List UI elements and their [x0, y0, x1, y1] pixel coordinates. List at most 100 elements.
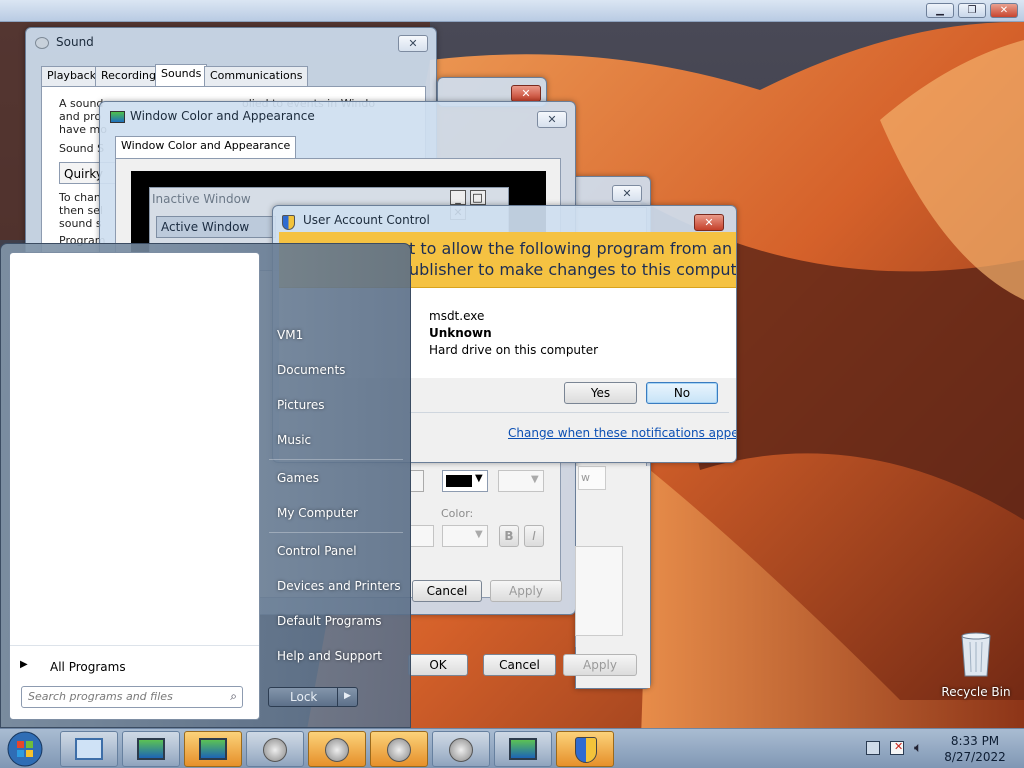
chevron-down-icon: ▼	[475, 473, 483, 484]
font-color-picker[interactable]: ▼	[442, 525, 488, 547]
taskbar-sound-4[interactable]	[432, 731, 490, 767]
tab-window-color[interactable]: Window Color and Appearance	[115, 136, 297, 158]
recycle-bin-icon	[961, 632, 991, 677]
start-menu: ▶ All Programs VM1 Documents Pictures Mu…	[0, 243, 411, 728]
volume-icon[interactable]: 🔈︎	[914, 740, 922, 756]
host-title-bar: ▁ ❐ ✕	[0, 0, 1024, 22]
taskbar-server-manager[interactable]	[60, 731, 118, 767]
server-manager-icon	[75, 738, 103, 760]
lock-button[interactable]: Lock ▶	[268, 687, 358, 707]
text-line: then sel	[59, 204, 104, 217]
tab-sounds[interactable]: Sounds	[155, 64, 208, 86]
taskbar-display-2[interactable]	[184, 731, 242, 767]
text-line: To chan	[59, 191, 101, 204]
sound-scheme-label: Sound S	[59, 142, 105, 155]
recycle-bin[interactable]: Recycle Bin	[940, 630, 1012, 700]
display-icon	[509, 738, 537, 760]
network-icon[interactable]	[866, 741, 880, 755]
taskbar: ✕ 🔈︎ 8:33 PM 8/27/2022	[0, 728, 1024, 768]
color-picker[interactable]: ▼	[442, 470, 488, 492]
preview-active-window[interactable]: Active Window	[156, 216, 276, 238]
advanced-button[interactable]: w	[578, 466, 606, 490]
taskbar-display-3[interactable]	[494, 731, 552, 767]
close-button[interactable]: ✕	[511, 85, 541, 102]
windows-logo-icon	[7, 731, 43, 767]
question-line: t to allow the following program from an	[409, 239, 733, 258]
search-placeholder: Search programs and files	[28, 690, 173, 703]
minimize-icon[interactable]: ▁	[926, 3, 954, 18]
programs-list: ▶ All Programs	[9, 252, 260, 720]
sm-item-music[interactable]: Music	[277, 433, 311, 447]
font-color-label: Color:	[441, 507, 474, 520]
color-2-picker[interactable]: ▼	[498, 470, 544, 492]
display-icon	[137, 738, 165, 760]
inactive-window-label: Inactive Window	[152, 192, 251, 206]
speaker-icon	[35, 37, 49, 49]
sm-item-games[interactable]: Games	[277, 471, 319, 485]
speaker-icon	[387, 738, 411, 762]
clock-time: 8:33 PM	[950, 734, 1000, 748]
chevron-down-icon: ▼	[531, 474, 539, 485]
sm-item-documents[interactable]: Documents	[277, 363, 345, 377]
window-title: Window Color and Appearance	[130, 109, 315, 123]
active-window-label: Active Window	[161, 220, 250, 234]
cancel-button[interactable]: Cancel	[412, 580, 482, 602]
speaker-icon	[325, 738, 349, 762]
italic-button[interactable]: I	[524, 525, 544, 547]
text-line: sound s	[59, 217, 102, 230]
clock[interactable]: 8:33 PM 8/27/2022	[940, 733, 1010, 765]
preview-caption-buttons: _ □ ✕	[450, 190, 504, 220]
display-icon	[199, 738, 227, 760]
sm-item-vm1[interactable]: VM1	[277, 328, 303, 342]
apply-button[interactable]: Apply	[490, 580, 562, 602]
sm-item-pictures[interactable]: Pictures	[277, 398, 325, 412]
chevron-right-icon: ▶	[20, 659, 28, 670]
font-size-select[interactable]	[410, 525, 434, 547]
notifications-link[interactable]: Change when these notifications appear	[508, 426, 736, 440]
sm-item-default-programs[interactable]: Default Programs	[277, 614, 382, 628]
taskbar-uac[interactable]	[556, 731, 614, 767]
search-icon: ⌕	[230, 689, 237, 703]
shield-icon	[282, 215, 295, 230]
taskbar-sound-3[interactable]	[370, 731, 428, 767]
no-button[interactable]: No	[646, 382, 718, 404]
taskbar-display[interactable]	[122, 731, 180, 767]
sm-item-my-computer[interactable]: My Computer	[277, 506, 358, 520]
tab-playback[interactable]: Playback	[41, 66, 103, 86]
ok-button[interactable]: OK	[408, 654, 468, 676]
cancel-button[interactable]: Cancel	[483, 654, 556, 676]
close-button[interactable]: ✕	[398, 35, 428, 52]
tab-recording[interactable]: Recording	[95, 66, 163, 86]
close-button[interactable]: ✕	[612, 185, 642, 202]
group-box	[575, 546, 623, 636]
close-button[interactable]: ✕	[694, 214, 724, 231]
chevron-down-icon: ▼	[475, 529, 483, 540]
action-center-icon[interactable]: ✕	[890, 740, 904, 755]
restore-icon[interactable]: ❐	[958, 3, 986, 18]
yes-button[interactable]: Yes	[564, 382, 637, 404]
tab-communications[interactable]: Communications	[204, 66, 309, 86]
sm-item-devices-printers[interactable]: Devices and Printers	[277, 579, 401, 593]
speaker-icon	[263, 738, 287, 762]
clock-date: 8/27/2022	[944, 750, 1006, 764]
question-line: ublisher to make changes to this compute…	[409, 260, 737, 279]
all-programs-item[interactable]: All Programs	[50, 660, 126, 674]
sm-item-help-support[interactable]: Help and Support	[277, 649, 382, 663]
publisher: Unknown	[429, 326, 492, 340]
program-name: msdt.exe	[429, 309, 485, 323]
bold-button[interactable]: B	[499, 525, 519, 547]
apply-button[interactable]: Apply	[563, 654, 637, 676]
sm-item-control-panel[interactable]: Control Panel	[277, 544, 357, 558]
file-origin: Hard drive on this computer	[429, 343, 599, 357]
window-title: Sound	[56, 35, 94, 49]
taskbar-sound[interactable]	[246, 731, 304, 767]
close-icon[interactable]: ✕	[990, 3, 1018, 18]
recycle-bin-label: Recycle Bin	[941, 685, 1011, 699]
close-button[interactable]: ✕	[537, 111, 567, 128]
shield-icon	[575, 737, 597, 763]
taskbar-sound-2[interactable]	[308, 731, 366, 767]
size-spinner[interactable]	[410, 470, 424, 492]
chevron-right-icon[interactable]: ▶	[337, 687, 357, 707]
start-button[interactable]	[5, 729, 49, 768]
search-input[interactable]: Search programs and files ⌕	[21, 686, 243, 708]
